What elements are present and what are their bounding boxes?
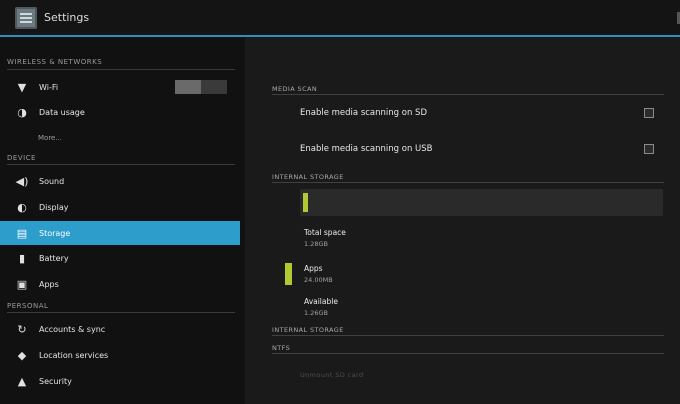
legend-size: 1.26GB xyxy=(304,309,328,317)
wifi-toggle[interactable] xyxy=(175,80,227,94)
pref-title: Enable media scanning on USB xyxy=(300,144,433,154)
sidebar-item-more[interactable]: More... xyxy=(38,134,62,142)
sidebar-item-label: Battery xyxy=(39,253,69,263)
divider xyxy=(272,335,664,336)
legend-size: 24.00MB xyxy=(304,276,333,284)
storage-detail-pane: Media scan Enable media scanning on SD E… xyxy=(245,37,680,404)
sync-icon: ↻ xyxy=(17,322,27,336)
sidebar-item-security[interactable]: ▲ Security xyxy=(0,369,240,393)
section-header-wireless: Wireless & networks xyxy=(7,58,103,66)
wifi-icon: ▼ xyxy=(17,80,27,94)
location-icon: ◆ xyxy=(17,348,27,362)
sidebar-item-label: Sound xyxy=(39,176,65,186)
lock-icon: ▲ xyxy=(17,374,27,388)
checkbox-usb[interactable] xyxy=(644,144,654,154)
apps-color-swatch xyxy=(285,263,292,285)
section-header-internal-storage-2: Internal storage xyxy=(272,326,344,334)
legend-apps[interactable]: Apps 24.00MB xyxy=(272,259,664,289)
section-header-personal: Personal xyxy=(7,302,49,310)
settings-sidebar: Wireless & networks ▼ Wi-Fi ◑ Data usage… xyxy=(0,37,245,404)
sidebar-item-label: Accounts & sync xyxy=(39,324,106,334)
pref-title: Enable media scanning on SD xyxy=(300,108,427,118)
divider xyxy=(7,312,235,313)
settings-icon[interactable] xyxy=(15,7,37,29)
section-header-internal-storage: Internal storage xyxy=(272,173,344,181)
sidebar-item-apps[interactable]: ▣ Apps xyxy=(0,272,240,296)
divider xyxy=(7,69,235,70)
unmount-sd-item[interactable]: Unmount SD card xyxy=(300,371,363,379)
app-title: Settings xyxy=(44,11,90,24)
legend-size: 1.28GB xyxy=(304,240,328,248)
display-icon: ◐ xyxy=(17,200,27,214)
storage-icon: ▤ xyxy=(16,226,28,240)
sidebar-item-accounts[interactable]: ↻ Accounts & sync xyxy=(0,317,240,341)
pref-media-scan-sd[interactable]: Enable media scanning on SD xyxy=(272,97,664,131)
sidebar-item-label: Display xyxy=(39,202,69,212)
section-header-device: Device xyxy=(7,154,36,162)
checkbox-sd[interactable] xyxy=(644,108,654,118)
legend-name: Total space xyxy=(304,228,346,237)
sidebar-item-wifi[interactable]: ▼ Wi-Fi xyxy=(0,75,240,99)
sidebar-item-storage[interactable]: ▤ Storage xyxy=(0,221,240,245)
pref-media-scan-usb[interactable]: Enable media scanning on USB xyxy=(272,133,664,167)
divider xyxy=(272,94,664,95)
data-usage-icon: ◑ xyxy=(17,105,27,119)
storage-bar-apps-segment xyxy=(303,193,309,212)
sidebar-item-label: Data usage xyxy=(39,107,85,117)
legend-name: Apps xyxy=(304,264,323,273)
sidebar-item-battery[interactable]: ▮ Battery xyxy=(0,246,240,270)
storage-usage-bar xyxy=(300,189,663,216)
sidebar-item-label: Wi-Fi xyxy=(39,82,59,92)
sidebar-item-display[interactable]: ◐ Display xyxy=(0,195,240,219)
toggle-knob xyxy=(175,80,201,94)
battery-icon: ▮ xyxy=(18,251,26,265)
sidebar-item-data-usage[interactable]: ◑ Data usage xyxy=(0,100,240,124)
divider xyxy=(272,182,664,183)
section-header-media-scan: Media scan xyxy=(272,85,318,93)
legend-available: Available 1.26GB xyxy=(272,292,664,322)
sidebar-item-label: Security xyxy=(39,376,72,386)
sidebar-item-location[interactable]: ◆ Location services xyxy=(0,343,240,367)
settings-screen: Settings Wireless & networks ▼ Wi-Fi ◑ D… xyxy=(0,0,680,404)
divider xyxy=(272,353,664,354)
sidebar-item-label: Apps xyxy=(39,279,59,289)
section-header-ntfs: NTFS xyxy=(272,344,291,352)
sidebar-item-label: Storage xyxy=(39,228,71,238)
legend-total-space: Total space 1.28GB xyxy=(272,223,664,253)
sound-icon: ◀) xyxy=(15,174,29,188)
sidebar-item-label: Location services xyxy=(39,350,109,360)
apps-icon: ▣ xyxy=(16,277,28,291)
legend-name: Available xyxy=(304,297,338,306)
divider xyxy=(7,164,235,165)
sidebar-item-sound[interactable]: ◀) Sound xyxy=(0,169,240,193)
action-bar: Settings xyxy=(0,0,680,37)
